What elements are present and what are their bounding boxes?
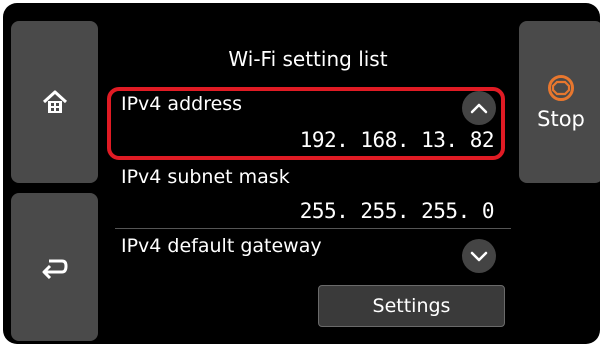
- stop-button[interactable]: Stop: [519, 21, 600, 183]
- chevron-down-icon: [470, 251, 488, 262]
- ipv4-subnet-mask-value: 255. 255. 255. 0: [299, 199, 495, 223]
- settings-button[interactable]: Settings: [318, 285, 505, 327]
- back-button[interactable]: [11, 193, 98, 341]
- back-arrow-icon: [42, 259, 68, 279]
- ipv4-default-gateway-label: IPv4 default gateway: [121, 235, 322, 257]
- scroll-down-button[interactable]: [462, 239, 496, 273]
- ipv4-subnet-mask-label: IPv4 subnet mask: [121, 166, 290, 188]
- stop-label: Stop: [537, 107, 585, 131]
- home-button[interactable]: [11, 21, 98, 183]
- page-title: Wi-Fi setting list: [228, 47, 388, 71]
- printer-touchscreen: Stop Wi-Fi setting list IPv4 address 192…: [3, 3, 600, 344]
- ipv4-address-label: IPv4 address: [121, 93, 243, 115]
- stop-icon: [548, 75, 574, 101]
- chevron-up-icon: [470, 103, 488, 114]
- home-icon: [42, 90, 67, 113]
- scroll-up-button[interactable]: [462, 91, 496, 125]
- list-divider: [115, 228, 511, 229]
- ipv4-address-value: 192. 168. 13. 82: [299, 128, 495, 152]
